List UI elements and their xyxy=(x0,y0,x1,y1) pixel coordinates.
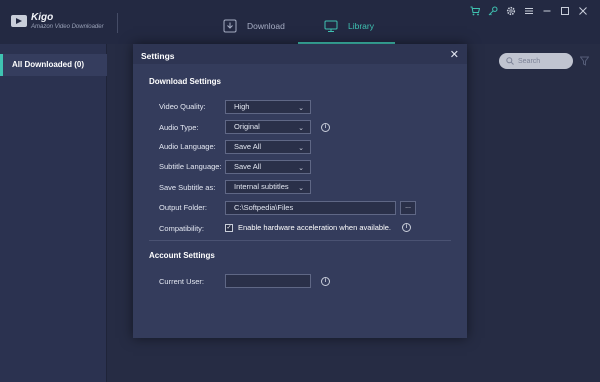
maximize-icon[interactable] xyxy=(560,6,570,16)
info-icon[interactable]: i xyxy=(321,277,330,286)
compatibility-label: Compatibility: xyxy=(159,224,205,233)
close-dialog-icon[interactable]: ✕ xyxy=(450,50,459,61)
minimize-icon[interactable] xyxy=(542,6,552,16)
key-icon[interactable] xyxy=(488,6,498,16)
output-folder-input[interactable]: C:\Softpedia\Files xyxy=(225,201,396,215)
video-quality-select[interactable]: High ⌄ xyxy=(225,100,311,114)
search-placeholder: Search xyxy=(518,57,541,65)
library-icon xyxy=(324,20,338,32)
info-icon[interactable]: i xyxy=(402,223,411,232)
info-icon[interactable]: i xyxy=(321,123,330,132)
hardware-acceleration-label: Enable hardware acceleration when availa… xyxy=(238,223,392,232)
save-subtitle-as-value: Internal subtitles xyxy=(234,182,289,191)
search-input[interactable]: Search xyxy=(499,53,573,69)
window-controls xyxy=(470,6,588,16)
dialog-title: Settings xyxy=(141,51,175,61)
chevron-down-icon: ⌄ xyxy=(298,185,304,192)
chevron-down-icon: ⌄ xyxy=(298,125,304,132)
app-logo-icon xyxy=(11,15,27,27)
save-subtitle-as-label: Save Subtitle as: xyxy=(159,183,216,192)
audio-type-value: Original xyxy=(234,122,260,131)
current-user-label: Current User: xyxy=(159,277,205,286)
current-user-field[interactable] xyxy=(225,274,311,288)
download-settings-heading: Download Settings xyxy=(149,77,221,86)
title-divider xyxy=(117,13,118,33)
gear-icon[interactable] xyxy=(506,6,516,16)
chevron-down-icon: ⌄ xyxy=(298,165,304,172)
app-name: Kigo xyxy=(31,12,54,23)
audio-language-select[interactable]: Save All ⌄ xyxy=(225,140,311,154)
subtitle-language-value: Save All xyxy=(234,162,262,171)
filter-icon[interactable] xyxy=(579,56,590,66)
audio-type-select[interactable]: Original ⌄ xyxy=(225,120,311,134)
audio-language-value: Save All xyxy=(234,142,262,151)
subtitle-language-label: Subtitle Language: xyxy=(159,162,222,171)
save-subtitle-as-select[interactable]: Internal subtitles ⌄ xyxy=(225,180,311,194)
account-settings-heading: Account Settings xyxy=(149,251,215,260)
tab-download[interactable]: Download xyxy=(223,14,285,38)
settings-dialog: Settings ✕ Download Settings Video Quali… xyxy=(133,44,467,338)
audio-language-label: Audio Language: xyxy=(159,142,216,151)
chevron-down-icon: ⌄ xyxy=(298,105,304,112)
video-quality-label: Video Quality: xyxy=(159,102,206,111)
browse-folder-button[interactable]: ... xyxy=(400,201,416,215)
search-icon xyxy=(506,57,514,65)
menu-icon[interactable] xyxy=(524,6,534,16)
tab-library-label: Library xyxy=(348,21,374,31)
tab-download-label: Download xyxy=(247,21,285,31)
cart-icon[interactable] xyxy=(470,6,480,16)
tab-library[interactable]: Library xyxy=(324,14,374,38)
hardware-acceleration-checkbox[interactable]: ✓ xyxy=(225,224,233,232)
chevron-down-icon: ⌄ xyxy=(298,145,304,152)
close-icon[interactable] xyxy=(578,6,588,16)
sidebar: All Downloaded (0) xyxy=(0,44,107,382)
sidebar-item-all-downloaded[interactable]: All Downloaded (0) xyxy=(0,54,107,76)
app-subtitle: Amazon Video Downloader xyxy=(31,24,104,30)
title-bar: Kigo Amazon Video Downloader Download Li… xyxy=(0,0,600,44)
dialog-header xyxy=(133,44,467,64)
output-folder-label: Output Folder: xyxy=(159,203,207,212)
video-quality-value: High xyxy=(234,102,250,111)
section-divider xyxy=(149,240,451,241)
subtitle-language-select[interactable]: Save All ⌄ xyxy=(225,160,311,174)
download-icon xyxy=(223,19,237,33)
audio-type-label: Audio Type: xyxy=(159,123,199,132)
